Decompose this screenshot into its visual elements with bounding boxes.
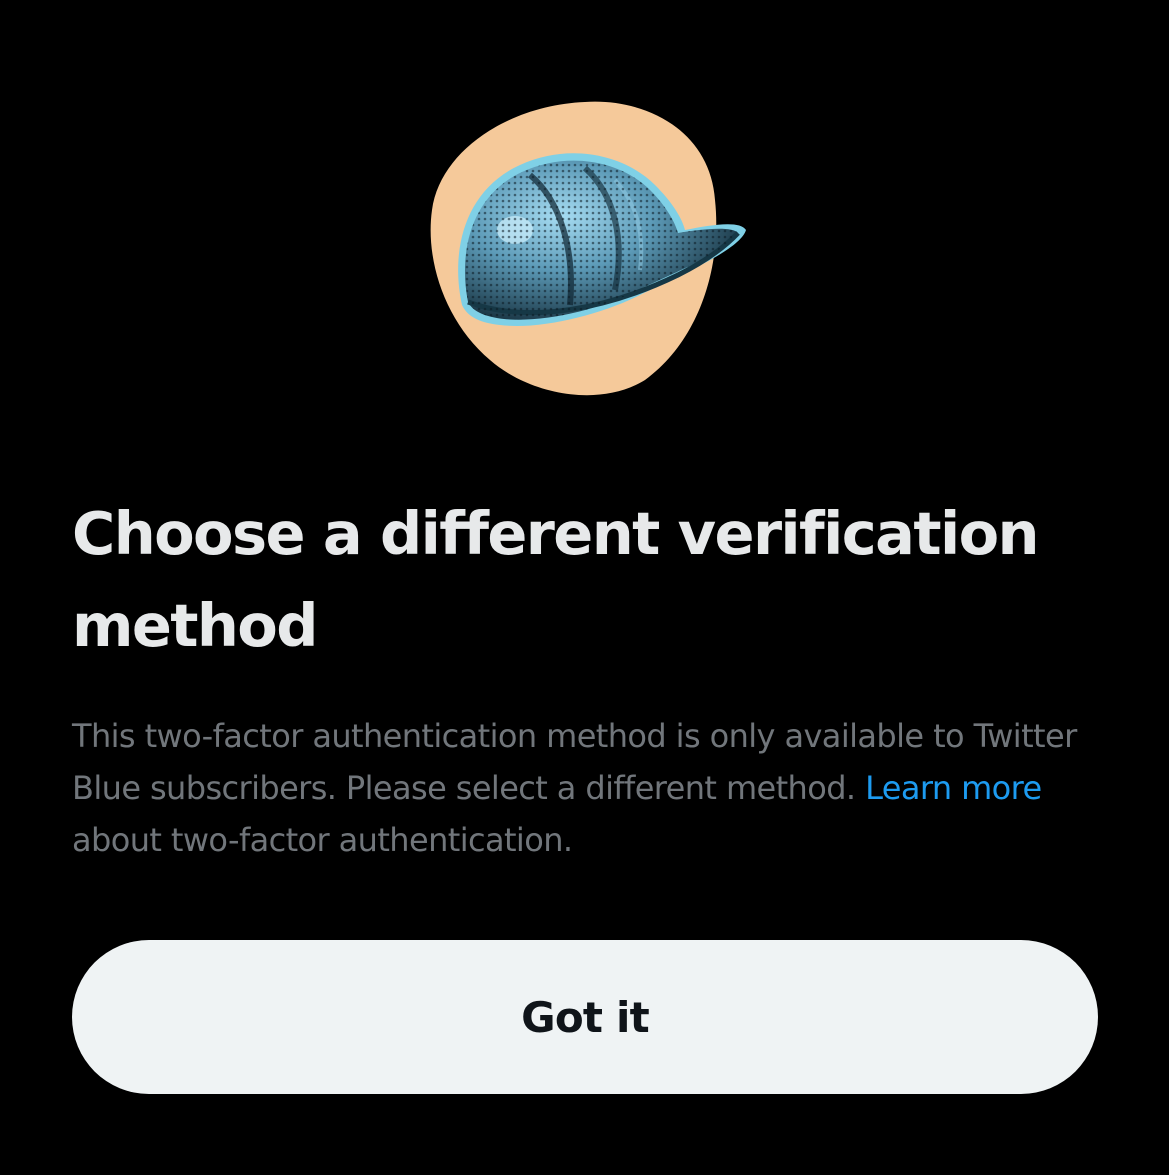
description-text-end: about two-factor authentication. bbox=[72, 821, 573, 859]
got-it-button[interactable]: Got it bbox=[72, 940, 1098, 1094]
learn-more-link[interactable]: Learn more bbox=[865, 769, 1042, 807]
dialog-title: Choose a different verification method bbox=[72, 499, 1040, 660]
verification-method-dialog: Choose a different verification method T… bbox=[0, 0, 1169, 1175]
hard-hat-icon bbox=[430, 101, 746, 396]
hard-hat-illustration bbox=[410, 90, 760, 410]
dialog-description: This two-factor authentication method is… bbox=[72, 710, 1112, 866]
